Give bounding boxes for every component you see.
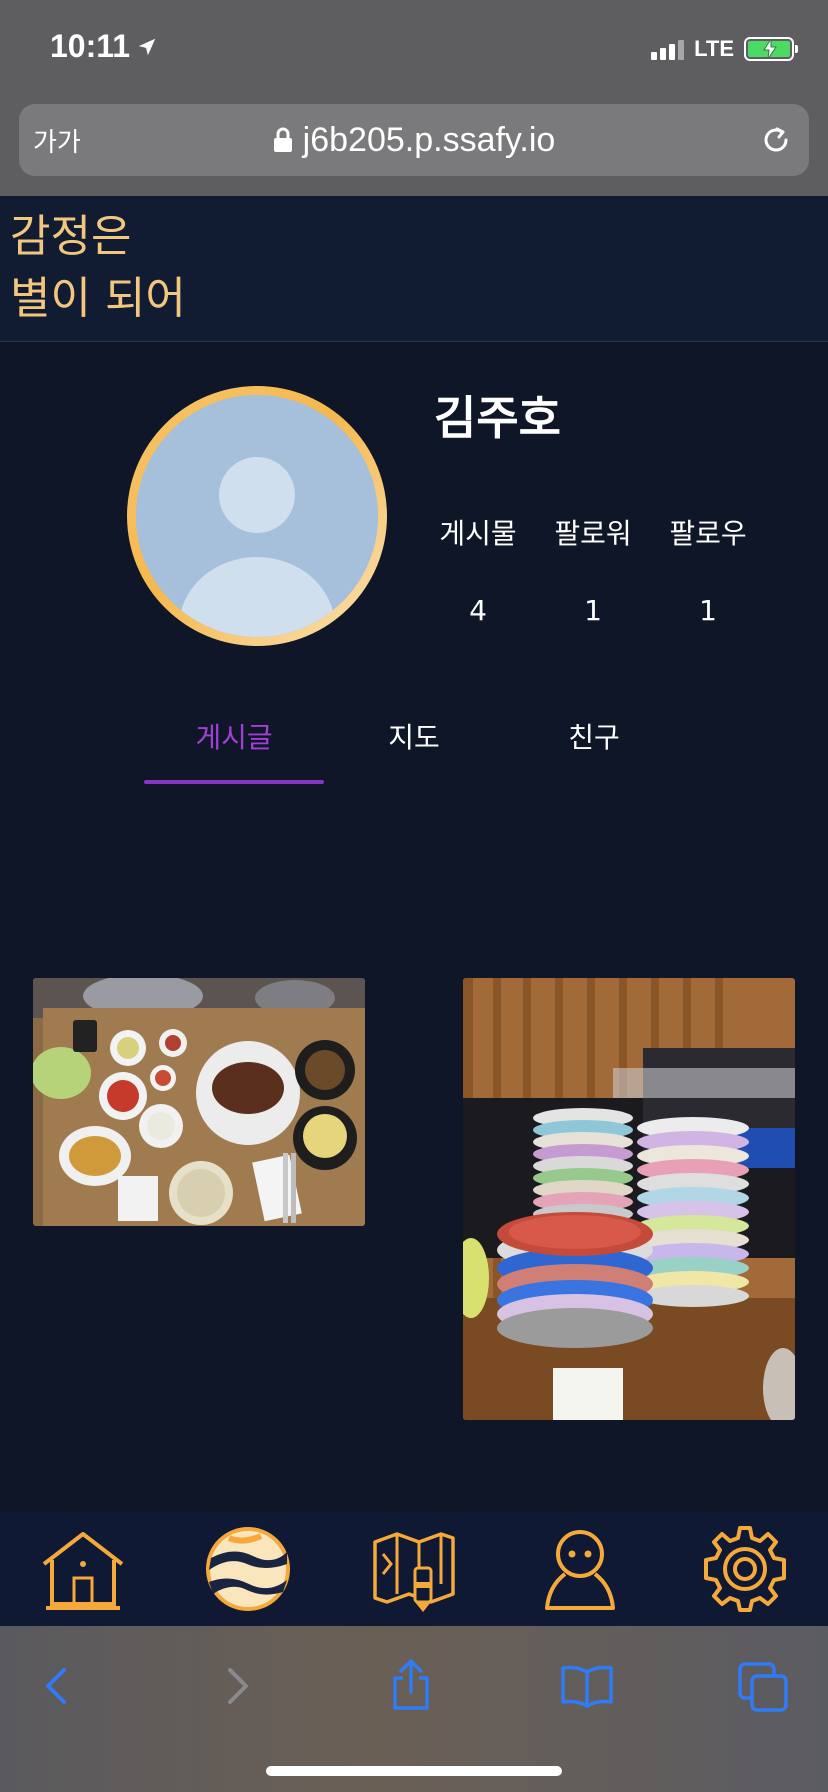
stat-value: 4 [469, 594, 487, 627]
stat-value: 1 [584, 594, 602, 627]
forward-icon [228, 1668, 248, 1704]
text-size-button[interactable]: 가가 [33, 122, 81, 159]
network-type: LTE [694, 36, 734, 61]
back-icon [46, 1668, 66, 1704]
post-thumbnail[interactable] [33, 978, 365, 1226]
stat-label: 게시물 [439, 517, 517, 550]
nav-settings[interactable] [700, 1524, 790, 1614]
app-bottom-nav [0, 1512, 828, 1626]
map-pencil-icon [373, 1532, 455, 1612]
nav-profile[interactable] [535, 1524, 625, 1614]
share-button[interactable] [381, 1656, 441, 1716]
bookmarks-button[interactable] [557, 1656, 617, 1716]
location-arrow-icon [138, 38, 156, 55]
tab-active-indicator [144, 780, 324, 784]
battery-icon [744, 37, 798, 61]
forward-button[interactable] [206, 1656, 266, 1716]
stat-posts[interactable]: 게시물 4 [420, 512, 536, 627]
browser-top-chrome: 10:11 LTE 가가 j6b205.p.ssafy.io [0, 0, 828, 196]
stat-following[interactable]: 팔로우 1 [650, 512, 766, 627]
address-bar[interactable]: 가가 j6b205.p.ssafy.io [19, 104, 809, 176]
home-indicator [266, 1766, 562, 1776]
post-photo-sushi-plates [463, 978, 795, 1420]
home-icon [42, 1532, 124, 1610]
tabs-icon [738, 1662, 788, 1712]
tab-label: 친구 [568, 721, 620, 754]
share-icon [393, 1659, 429, 1710]
nav-map-write[interactable] [369, 1524, 459, 1614]
status-time: 10:11 [50, 28, 158, 65]
tab-posts[interactable]: 게시글 [144, 716, 324, 786]
nav-home[interactable] [38, 1524, 128, 1614]
nav-planet[interactable] [203, 1524, 293, 1614]
back-button[interactable] [28, 1656, 88, 1716]
app-header: 감정은 별이 되어 [0, 196, 828, 342]
url-text: j6b205.p.ssafy.io [302, 120, 556, 159]
url-display: j6b205.p.ssafy.io [19, 104, 809, 176]
profile-name: 김주호 [434, 391, 561, 445]
app-title-line2: 별이 되어 [10, 273, 186, 324]
tab-label: 지도 [388, 721, 440, 754]
tab-label: 게시글 [195, 721, 273, 754]
avatar[interactable] [127, 386, 387, 646]
stat-followers[interactable]: 팔로워 1 [535, 512, 651, 627]
signal-icon [651, 38, 685, 60]
app-logo-title[interactable]: 감정은 별이 되어 [10, 206, 186, 330]
status-time-text: 10:11 [50, 28, 131, 64]
stat-value: 1 [699, 594, 717, 627]
planet-icon [206, 1527, 290, 1611]
tab-friends[interactable]: 친구 [504, 716, 684, 786]
settings-icon [704, 1526, 786, 1612]
app-title-line1: 감정은 [10, 211, 132, 262]
stat-label: 팔로워 [554, 517, 632, 550]
bookmarks-icon [561, 1665, 613, 1708]
tab-map[interactable]: 지도 [324, 716, 504, 786]
default-avatar-icon [136, 395, 378, 637]
post-photo-korean-meal [33, 978, 365, 1226]
lock-icon [273, 127, 292, 152]
reload-icon[interactable] [759, 123, 793, 157]
stat-label: 팔로우 [669, 517, 747, 550]
profile-icon [545, 1530, 615, 1610]
profile-tabs: 게시글 지도 친구 [144, 716, 684, 786]
status-indicators: LTE [651, 36, 798, 62]
tabs-button[interactable] [734, 1656, 794, 1716]
post-thumbnail[interactable] [463, 978, 795, 1420]
